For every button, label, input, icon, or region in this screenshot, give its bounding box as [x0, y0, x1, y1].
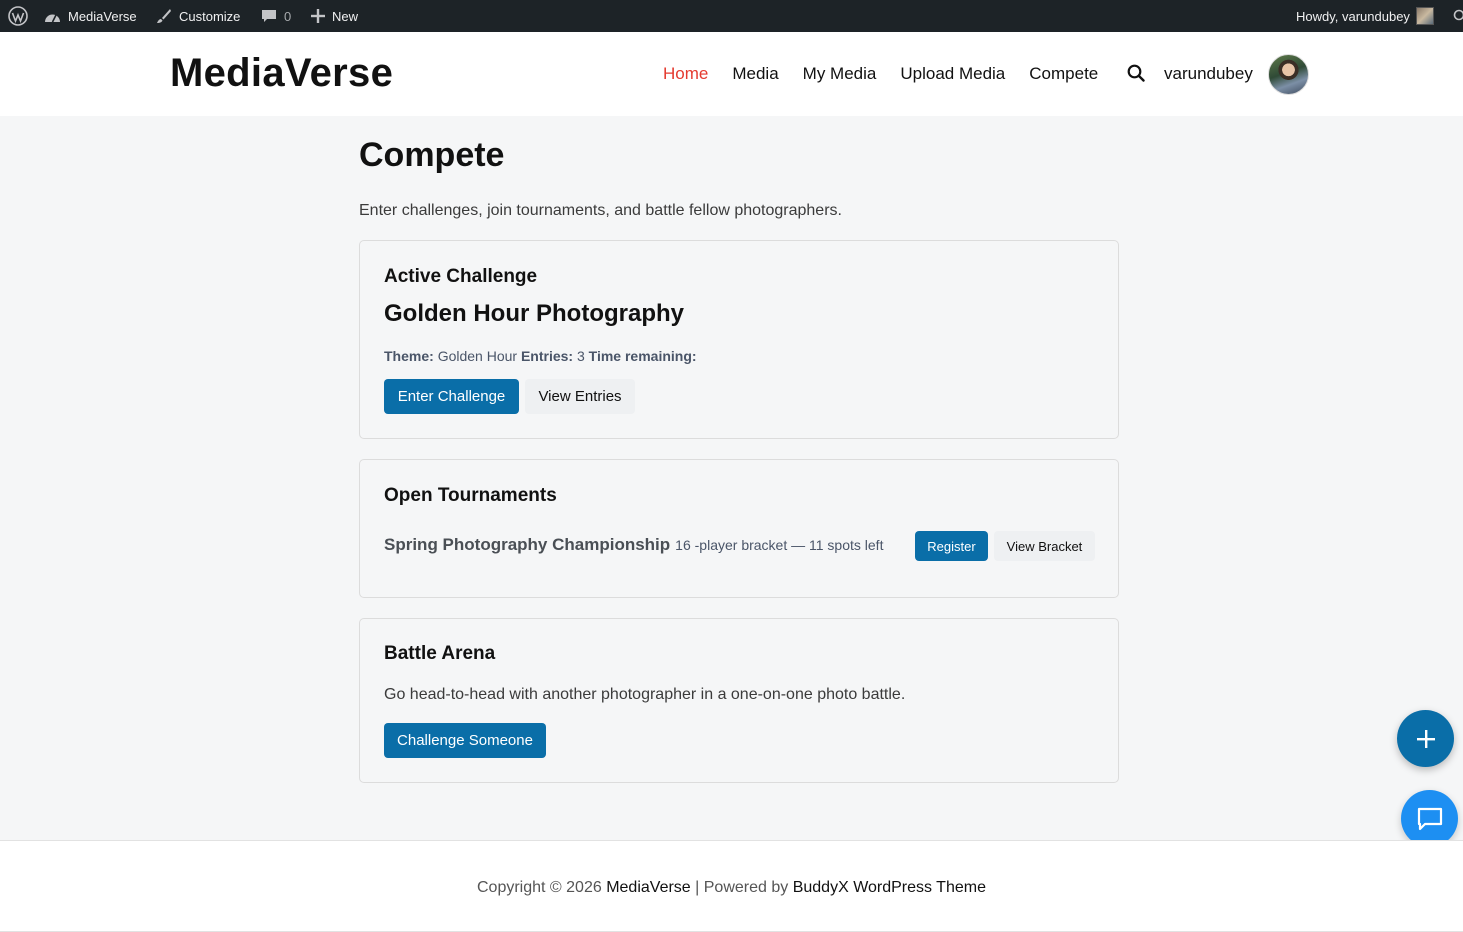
new-label: New [332, 8, 359, 24]
nav-upload-media[interactable]: Upload Media [900, 62, 1005, 86]
customize-link[interactable]: Customize [156, 0, 240, 32]
challenge-someone-button[interactable]: Challenge Someone [384, 723, 546, 758]
page-title: Compete [359, 136, 505, 174]
brush-icon [156, 8, 172, 24]
time-remaining-label: Time remaining: [588, 348, 697, 364]
chat-icon [1417, 807, 1442, 830]
battle-arena-description: Go head-to-head with another photographe… [384, 686, 906, 703]
admin-bar: MediaVerse Customize 0 New Howdy, varund… [0, 0, 1463, 32]
open-tournaments-card: Open Tournaments Spring Photography Cham… [359, 459, 1119, 598]
admin-search-icon[interactable] [1453, 0, 1463, 32]
battle-arena-heading: Battle Arena [384, 643, 496, 664]
entries-label: Entries: [520, 348, 574, 364]
comments-count: 0 [284, 8, 292, 24]
tournament-info: 16 -player bracket — 11 spots left [675, 537, 884, 553]
site-name-menu[interactable]: MediaVerse [44, 0, 137, 32]
open-tournaments-heading: Open Tournaments [384, 485, 557, 506]
comments-link[interactable]: 0 [261, 0, 291, 32]
view-entries-button[interactable]: View Entries [525, 379, 635, 414]
nav-media[interactable]: Media [732, 62, 778, 86]
enter-challenge-button[interactable]: Enter Challenge [384, 379, 519, 414]
nav-compete[interactable]: Compete [1029, 62, 1098, 86]
account-menu[interactable]: Howdy, varundubey [1296, 0, 1434, 32]
challenge-name: Golden Hour Photography [384, 300, 684, 327]
theme-label: Theme: [384, 348, 434, 364]
view-bracket-button[interactable]: View Bracket [994, 531, 1095, 561]
footer-site-link[interactable]: MediaVerse [606, 879, 691, 896]
theme-value: Golden Hour [437, 348, 518, 364]
plus-icon [1416, 729, 1435, 748]
dashboard-icon [44, 9, 61, 24]
tournament-row: Spring Photography Championship 16 -play… [384, 535, 883, 555]
battle-arena-card: Battle Arena Go head-to-head with anothe… [359, 618, 1119, 783]
howdy-text: Howdy, varundubey [1296, 8, 1410, 24]
wordpress-logo-icon[interactable] [8, 0, 28, 32]
admin-avatar [1415, 7, 1434, 25]
add-fab-button[interactable] [1397, 710, 1454, 767]
customize-label: Customize [179, 8, 241, 24]
site-footer: Copyright © 2026 MediaVerse | Powered by… [0, 840, 1463, 932]
challenge-meta: Theme: Golden Hour Entries: 3 Time remai… [384, 346, 697, 366]
chat-fab-button[interactable] [1401, 790, 1458, 847]
header-username[interactable]: varundubey [1164, 62, 1253, 86]
site-logo[interactable]: MediaVerse [170, 49, 393, 97]
user-avatar[interactable] [1268, 54, 1309, 95]
new-content-link[interactable]: New [311, 0, 358, 32]
tournament-name: Spring Photography Championship [384, 535, 671, 554]
footer-copyright: Copyright © 2026 MediaVerse | Powered by… [0, 877, 1463, 899]
copyright-prefix: Copyright © 2026 [477, 879, 602, 896]
nav-my-media[interactable]: My Media [803, 62, 877, 86]
active-challenge-heading: Active Challenge [384, 266, 538, 287]
admin-site-name: MediaVerse [68, 8, 137, 24]
primary-nav: Home Media My Media Upload Media Compete [663, 62, 1122, 86]
page-description: Enter challenges, join tournaments, and … [359, 202, 842, 219]
comment-icon [261, 8, 277, 24]
footer-theme-link[interactable]: BuddyX WordPress Theme [793, 879, 986, 896]
powered-by-text: | Powered by [695, 879, 789, 896]
entries-value: 3 [576, 348, 585, 364]
plus-icon [311, 9, 325, 23]
search-icon[interactable] [1127, 64, 1145, 82]
register-button[interactable]: Register [915, 531, 988, 561]
nav-home[interactable]: Home [663, 62, 708, 86]
site-header: MediaVerse Home Media My Media Upload Me… [0, 32, 1463, 116]
active-challenge-card: Active Challenge Golden Hour Photography… [359, 240, 1119, 439]
